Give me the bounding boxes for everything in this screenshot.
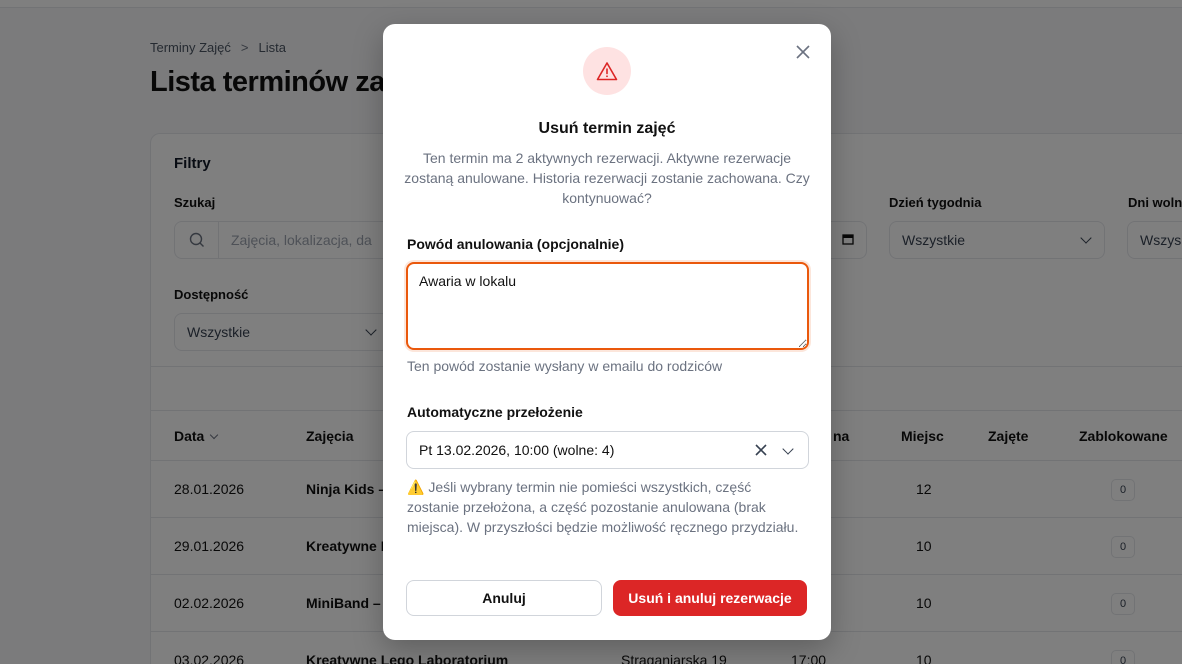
dialog-title: Usuń termin zajęć <box>538 120 676 137</box>
warning-emoji-icon: ⚠️ <box>407 479 425 495</box>
warning-triangle-icon <box>583 47 631 95</box>
chevron-down-icon[interactable] <box>782 443 794 455</box>
delete-and-cancel-reservations-button[interactable]: Usuń i anuluj rezerwacje <box>613 580 807 616</box>
delete-session-dialog: Usuń termin zajęć Ten termin ma 2 aktywn… <box>383 24 831 640</box>
clear-selection-icon[interactable] <box>754 443 768 457</box>
cancel-reason-helper: Ten powód zostanie wysłany w emailu do r… <box>407 358 723 374</box>
close-icon[interactable] <box>795 44 811 60</box>
cancel-reason-label: Powód anulowania (opcjonalnie) <box>407 236 625 252</box>
reschedule-value: Pt 13.02.2026, 10:00 (wolne: 4) <box>419 442 615 458</box>
reschedule-warning: ⚠️ Jeśli wybrany termin nie pomieści wsz… <box>407 477 807 537</box>
reschedule-label: Automatyczne przełożenie <box>407 404 583 420</box>
reschedule-warning-text: Jeśli wybrany termin nie pomieści wszyst… <box>407 479 799 535</box>
dialog-description: Ten termin ma 2 aktywnych rezerwacji. Ak… <box>404 150 810 206</box>
cancel-button[interactable]: Anuluj <box>406 580 602 616</box>
cancel-reason-textarea[interactable]: Awaria w lokalu <box>406 262 809 350</box>
reschedule-select[interactable]: Pt 13.02.2026, 10:00 (wolne: 4) <box>406 431 809 469</box>
